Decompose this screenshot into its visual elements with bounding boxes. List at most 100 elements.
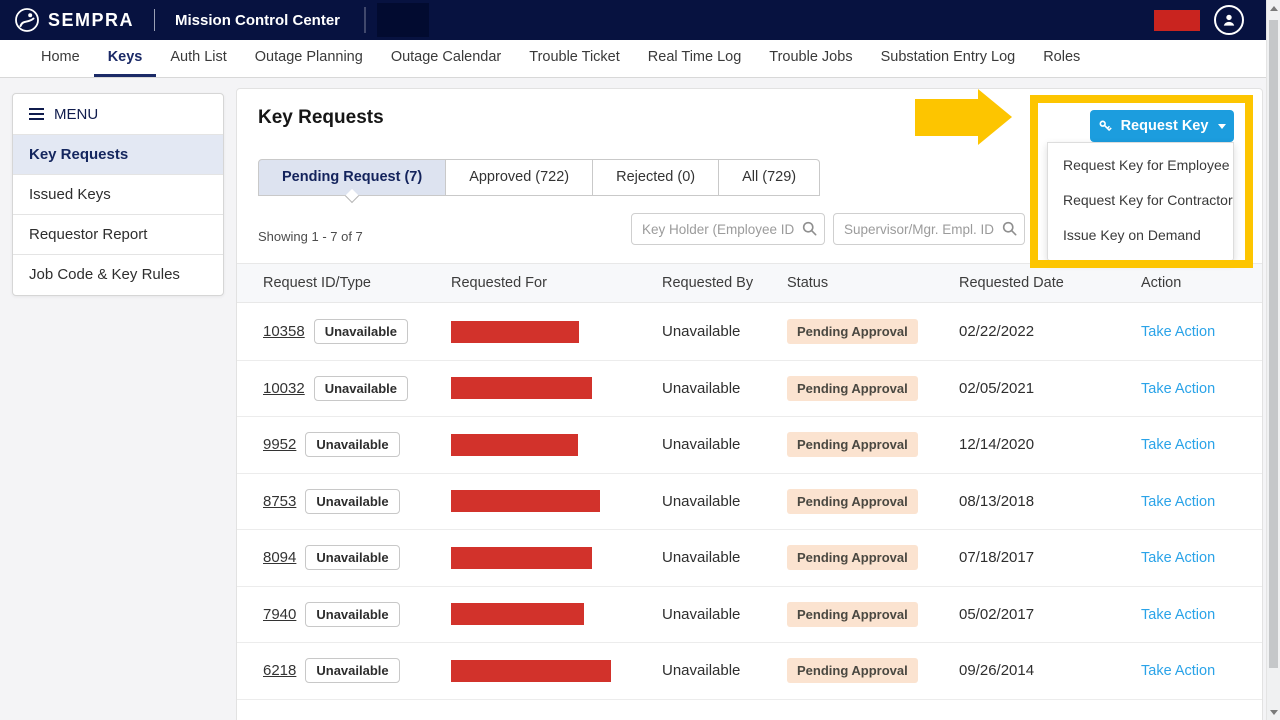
menu-item[interactable]: Request Key for Contractor [1048, 183, 1233, 218]
tab[interactable]: All (729) [719, 159, 820, 196]
take-action-link[interactable]: Take Action [1141, 607, 1215, 623]
request-id-link[interactable]: 8094 [263, 549, 296, 566]
status-badge: Pending Approval [787, 545, 918, 570]
take-action-link[interactable]: Take Action [1141, 324, 1215, 340]
column-header-requested-date: Requested Date [959, 275, 1141, 291]
request-id-link[interactable]: 8753 [263, 493, 296, 510]
sidebar-item[interactable]: Requestor Report [13, 215, 223, 255]
requested-date: 08/13/2018 [959, 493, 1034, 510]
key-holder-search [631, 213, 825, 245]
tab[interactable]: Rejected (0) [593, 159, 719, 196]
tab[interactable]: Approved (722) [446, 159, 593, 196]
type-badge: Unavailable [305, 489, 399, 514]
nav-item[interactable]: Real Time Log [634, 40, 756, 77]
person-icon [1221, 12, 1237, 28]
scroll-up-arrow[interactable] [1267, 0, 1280, 16]
menu-item[interactable]: Issue Key on Demand [1048, 218, 1233, 253]
request-id-link[interactable]: 10358 [263, 323, 305, 340]
requested-by-text: Unavailable [662, 662, 740, 679]
page-title: Key Requests [258, 107, 384, 129]
nav-item[interactable]: Auth List [156, 40, 240, 77]
nav-item[interactable]: Trouble Jobs [755, 40, 866, 77]
header-right [1154, 5, 1244, 35]
nav-item[interactable]: Keys [94, 40, 157, 77]
requested-by-text: Unavailable [662, 606, 740, 623]
take-action-link[interactable]: Take Action [1141, 437, 1215, 453]
status-badge: Pending Approval [787, 319, 918, 344]
status-badge: Pending Approval [787, 602, 918, 627]
sidebar: MENU Key Requests Issued Keys Requestor … [12, 93, 224, 296]
user-avatar-button[interactable] [1214, 5, 1244, 35]
type-badge: Unavailable [305, 545, 399, 570]
requested-by-text: Unavailable [662, 436, 740, 453]
column-header-requested-by: Requested By [662, 275, 787, 291]
sidebar-menu-header[interactable]: MENU [13, 94, 223, 135]
primary-nav: Home Keys Auth List Outage Planning Outa… [0, 40, 1266, 78]
table-row: 8094 Unavailable Unavailable Pending App… [237, 530, 1262, 587]
take-action-link[interactable]: Take Action [1141, 494, 1215, 510]
column-header-requested-for: Requested For [451, 275, 662, 291]
sidebar-item[interactable]: Issued Keys [13, 175, 223, 215]
tab[interactable]: Pending Request (7) [258, 159, 446, 196]
requested-date: 07/18/2017 [959, 549, 1034, 566]
redaction-bar [451, 660, 611, 682]
sidebar-item[interactable]: Key Requests [13, 135, 223, 175]
vertical-scrollbar[interactable] [1266, 0, 1280, 720]
take-action-link[interactable]: Take Action [1141, 550, 1215, 566]
nav-item[interactable]: Outage Planning [241, 40, 377, 77]
brand-text: SEMPRA [48, 10, 134, 31]
key-holder-search-input[interactable] [631, 213, 825, 245]
table-row: 9952 Unavailable Unavailable Pending App… [237, 417, 1262, 474]
requested-by-text: Unavailable [662, 493, 740, 510]
redaction-bar [451, 547, 592, 569]
supervisor-search [833, 213, 1025, 245]
table-body: 10358 Unavailable Unavailable Pending Ap… [237, 304, 1262, 720]
nav-item[interactable]: Trouble Ticket [515, 40, 634, 77]
menu-item[interactable]: Request Key for Employee [1048, 148, 1233, 183]
take-action-link[interactable]: Take Action [1141, 663, 1215, 679]
table-header: Request ID/Type Requested For Requested … [237, 263, 1262, 303]
brand-separator [154, 9, 155, 31]
supervisor-search-input[interactable] [833, 213, 1025, 245]
request-key-label: Request Key [1121, 118, 1209, 134]
redaction-bar [451, 321, 579, 343]
sempra-logo-icon [14, 7, 40, 33]
requested-date: 12/14/2020 [959, 436, 1034, 453]
hamburger-icon [29, 108, 44, 120]
search-icon[interactable] [801, 220, 818, 237]
redaction-bar [451, 490, 600, 512]
requested-by-text: Unavailable [662, 323, 740, 340]
nav-item[interactable]: Home [27, 40, 94, 77]
request-id-link[interactable]: 10032 [263, 380, 305, 397]
column-header-status: Status [787, 275, 959, 291]
search-icon[interactable] [1001, 220, 1018, 237]
scroll-thumb[interactable] [1269, 20, 1278, 668]
type-badge: Unavailable [305, 658, 399, 683]
nav-item[interactable]: Outage Calendar [377, 40, 515, 77]
redacted-text-block [377, 3, 429, 37]
status-tabs: Pending Request (7) Approved (722) Rejec… [258, 159, 820, 196]
request-id-link[interactable]: 7940 [263, 606, 296, 623]
menu-label: MENU [54, 106, 98, 123]
scroll-down-arrow[interactable] [1267, 704, 1280, 720]
status-badge: Pending Approval [787, 489, 918, 514]
request-id-link[interactable]: 9952 [263, 436, 296, 453]
type-badge: Unavailable [314, 376, 408, 401]
requested-date: 05/02/2017 [959, 606, 1034, 623]
redaction-bar [451, 603, 584, 625]
caret-down-icon [1218, 124, 1226, 129]
nav-item[interactable]: Roles [1029, 40, 1094, 77]
status-badge: Pending Approval [787, 432, 918, 457]
sidebar-item[interactable]: Job Code & Key Rules [13, 255, 223, 295]
key-icon [1098, 119, 1113, 134]
nav-item[interactable]: Substation Entry Log [867, 40, 1030, 77]
showing-count: Showing 1 - 7 of 7 [258, 229, 363, 244]
request-key-button[interactable]: Request Key [1090, 110, 1234, 142]
table-row: 10032 Unavailable Unavailable Pending Ap… [237, 361, 1262, 418]
take-action-link[interactable]: Take Action [1141, 381, 1215, 397]
status-badge: Pending Approval [787, 658, 918, 683]
request-id-link[interactable]: 6218 [263, 662, 296, 679]
table-row: 8753 Unavailable Unavailable Pending App… [237, 474, 1262, 531]
main-card: Key Requests Pending Request (7) Approve… [236, 88, 1263, 720]
column-header-action: Action [1141, 275, 1236, 291]
